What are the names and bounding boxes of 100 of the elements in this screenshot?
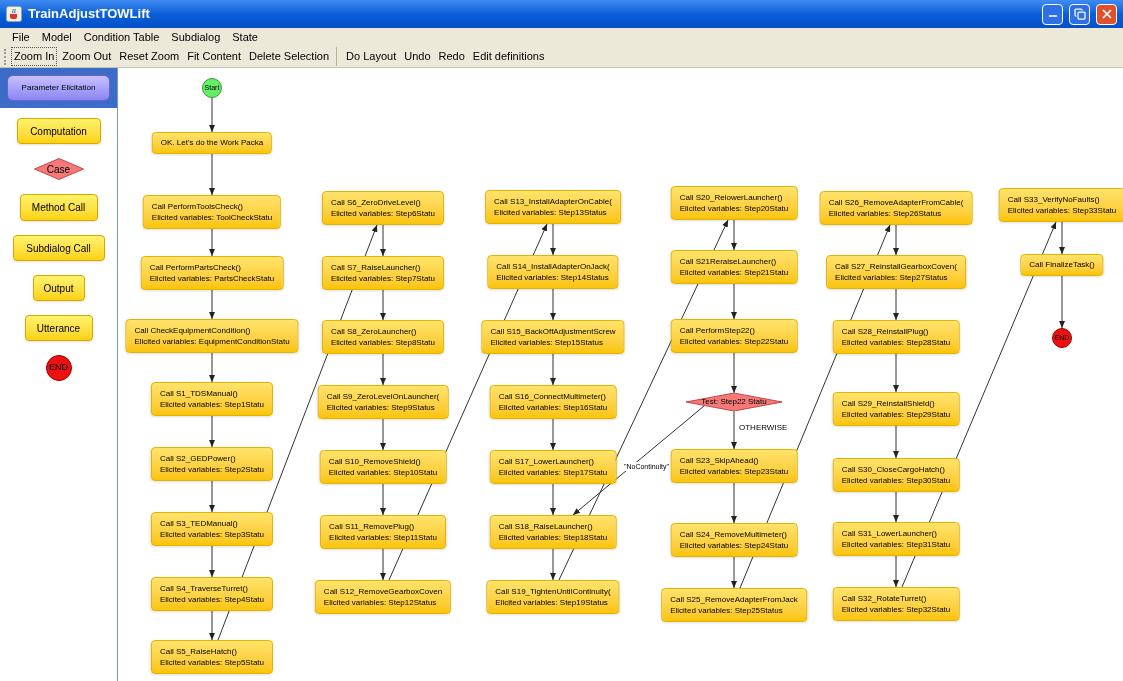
variables-label: Elicited variables: Step1Statu [159, 399, 265, 410]
output-tool[interactable]: Output [32, 275, 85, 301]
call-label: Call S3_TEDManual() [159, 518, 239, 529]
flow-arrow [731, 410, 737, 450]
call-label: Call S26_RemoveAdapterFromCable( [828, 197, 964, 208]
variables-label: Elicited variables: Step4Statu [159, 594, 265, 605]
toolbar-button[interactable]: Do Layout [343, 47, 400, 66]
variables-label: Elicited variables: Step19Status [495, 597, 609, 608]
call-label: Call S8_ZeroLauncher() [330, 326, 418, 337]
call-label: Call S17_LowerLauncher() [498, 456, 595, 467]
flow-arrow [209, 415, 215, 448]
variables-label: Elicited variables: Step31Statu [841, 539, 951, 550]
variables-label: Elicited variables: Step28Statu [841, 337, 951, 348]
call-label: Call S13_InstallAdapterOnCable( [494, 196, 612, 207]
flow-arrow [550, 353, 556, 386]
call-label: Call S6_ZeroDriveLevel() [330, 197, 422, 208]
call-label: Call S9_ZeroLevelOnLauncher( [326, 391, 440, 402]
menu-item[interactable]: File [12, 28, 30, 46]
flow-arrow [550, 483, 556, 516]
toolbar-button[interactable]: Reset Zoom [116, 47, 183, 66]
restore-button[interactable] [1069, 3, 1090, 25]
call-label: Call S23_SkipAhead() [679, 455, 760, 466]
flow-arrow [893, 353, 899, 393]
flow-arrow [731, 352, 737, 394]
call-label: Call S21ReraiseLauncher() [679, 256, 778, 267]
computation-tool[interactable]: Computation [16, 118, 101, 144]
case-tool[interactable]: Case [33, 158, 84, 180]
menu-item[interactable]: Subdialog [171, 28, 221, 46]
call-label: Call S27_ReinstallGearboxCoven( [835, 261, 957, 272]
variables-label: Elicited variables: Step11Statu [329, 532, 437, 543]
call-label: Call PerformPartsCheck() [149, 262, 242, 273]
variables-label: Elicited variables: Step32Statu [841, 604, 951, 615]
variables-label: Elicited variables: Step21Statu [679, 267, 789, 278]
flow-arrow [731, 283, 737, 320]
menu-item[interactable]: Condition Table [83, 28, 160, 46]
toolbar-button[interactable]: Undo [401, 47, 434, 66]
minimize-button[interactable] [1042, 3, 1063, 25]
call-label: Call S5_RaiseHatch() [159, 646, 238, 657]
variables-label: Elicited variables: Step17Statu [498, 467, 608, 478]
end-tool[interactable]: END [45, 355, 72, 381]
flow-arrow [550, 548, 556, 581]
flow-arrow [1059, 221, 1065, 255]
call-label: Call S30_CloseCargoHatch() [841, 464, 946, 475]
variables-label: Elicited variables: Step20Statu [679, 203, 789, 214]
flow-arrow [209, 480, 215, 513]
flow-arrow [209, 153, 215, 196]
message-node: OK. Let's do the Work Packa [151, 132, 273, 154]
toolbar-button[interactable]: Zoom In [11, 47, 58, 66]
toolbar-button[interactable]: Zoom Out [59, 47, 115, 66]
variables-label: Elicited variables: Step30Statu [841, 475, 951, 486]
call-label: Call S32_RotateTurret() [841, 593, 928, 604]
call-label: Call S16_ConnectMultimeter() [498, 391, 607, 402]
decision-node: Test: Step22 Statu [686, 393, 782, 411]
call-label: Call S33_VerifyNoFaults() [1007, 194, 1101, 205]
variables-label: Elicited variables: Step8Statu [330, 337, 436, 348]
variables-label: Elicited variables: Step13Status [494, 207, 608, 218]
call-label: Call CheckEquipmentCondition() [134, 325, 252, 336]
flow-arrow [380, 548, 386, 581]
variables-label: Elicited variables: ToolCheckStatu [151, 212, 273, 223]
call-label: Call S29_ReinstallShield() [841, 398, 936, 409]
call-label: Call S20_RelowerLauncher() [679, 192, 784, 203]
flow-arrow [380, 353, 386, 386]
flow-arrow [209, 228, 215, 257]
variables-label: Elicited variables: Step14Status [496, 272, 610, 283]
message-node: Call FinalizeTask() [1020, 254, 1104, 276]
call-label: Call S19_TightenUntilContinuity( [495, 586, 611, 597]
flow-arrow [380, 418, 386, 451]
call-label: Call S15_BackOffAdjustmentScrew [490, 326, 616, 337]
flow-arrow [209, 545, 215, 578]
variables-label: Elicited variables: Step3Statu [159, 529, 265, 540]
menu-item[interactable]: State [232, 28, 258, 46]
variables-label: Elicited variables: Step23Statu [679, 466, 789, 477]
subdialog-call-tool[interactable]: Subdialog Call [12, 235, 105, 261]
toolbar-button[interactable]: Edit definitions [469, 47, 548, 66]
close-button[interactable] [1096, 3, 1117, 25]
variables-label: Elicited variables: Step18Statu [498, 532, 608, 543]
utterance-tool[interactable]: Utterance [24, 315, 93, 341]
call-label: Call S18_RaiseLauncher() [498, 521, 594, 532]
method-call-tool[interactable]: Method Call [19, 194, 98, 221]
variables-label: Elicited variables: Step25Status [670, 605, 784, 616]
variables-label: Elicited variables: Step16Statu [498, 402, 608, 413]
call-label: Call S1_TDSManual() [159, 388, 239, 399]
flow-arrow [731, 219, 737, 251]
parameter-elicitation-tab[interactable]: Parameter Elicitation [7, 75, 110, 101]
menu-item[interactable]: Model [41, 28, 72, 46]
variables-label: Elicited variables: Step12Status [323, 597, 438, 608]
flow-arrow [731, 482, 737, 524]
toolbar-button[interactable]: Fit Content [184, 47, 244, 66]
flow-arrow [209, 289, 215, 320]
flow-arrow [209, 352, 215, 383]
toolbar-button[interactable]: Delete Selection [246, 47, 333, 66]
window-title: TrainAdjustTOWLift [28, 5, 151, 24]
flow-arrow [893, 288, 899, 321]
variables-label: Elicited variables: Step9Status [326, 402, 436, 413]
flow-arrow [893, 555, 899, 588]
call-label: Call S2_GEDPower() [159, 453, 237, 464]
variables-label: Elicited variables: Step6Statu [330, 208, 436, 219]
toolbar-button[interactable]: Redo [435, 47, 468, 66]
call-label: Call S7_RaiseLauncher() [330, 262, 422, 273]
flow-arrow [209, 97, 215, 133]
